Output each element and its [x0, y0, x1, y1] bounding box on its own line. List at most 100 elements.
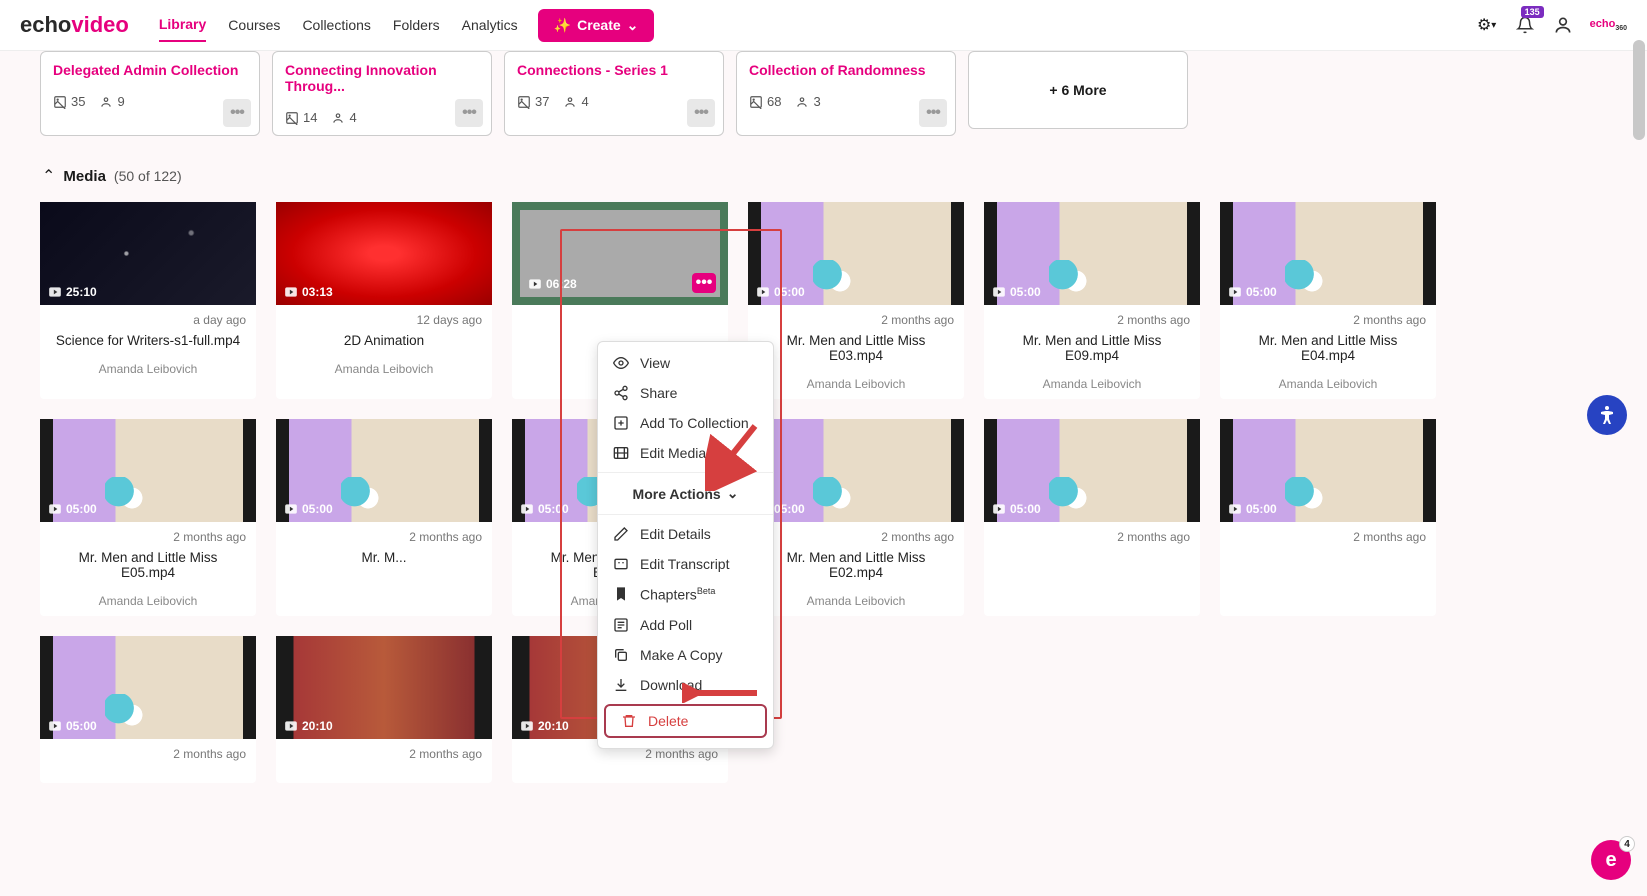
nav-folders[interactable]: Folders	[393, 9, 440, 41]
play-icon	[1228, 285, 1242, 299]
card-body: a day ago Science for Writers-s1-full.mp…	[40, 305, 256, 384]
media-duration: 05:00	[48, 719, 97, 733]
create-button[interactable]: ✨ Create ⌄	[538, 9, 655, 42]
media-thumbnail[interactable]: 05:00	[276, 419, 492, 522]
card-title: Mr. Men and Little Miss E05.mp4	[50, 550, 246, 580]
media-thumbnail[interactable]: 03:13	[276, 202, 492, 305]
bell-icon[interactable]: 135	[1514, 14, 1536, 36]
media-card[interactable]: 05:00 2 months ago Mr. Men and Little Mi…	[40, 419, 256, 616]
media-thumbnail[interactable]: 05:00	[1220, 419, 1436, 522]
media-thumbnail[interactable]: 05:00	[748, 202, 964, 305]
card-date: 2 months ago	[286, 747, 482, 761]
media-thumbnail[interactable]: 05:00	[40, 636, 256, 739]
media-thumbnail[interactable]: 05:00	[40, 419, 256, 522]
collection-card[interactable]: Connections - Series 1 37 4 •••	[504, 51, 724, 136]
collection-more-icon[interactable]: •••	[455, 99, 483, 127]
collection-card[interactable]: Delegated Admin Collection 35 9 •••	[40, 51, 260, 136]
collection-card[interactable]: Connecting Innovation Throug... 14 4 •••	[272, 51, 492, 136]
menu-edit-transcript[interactable]: Edit Transcript	[598, 549, 773, 579]
scrollbar[interactable]	[1633, 40, 1645, 140]
media-thumbnail[interactable]: 25:10	[40, 202, 256, 305]
card-date: 2 months ago	[286, 530, 482, 544]
card-date: 2 months ago	[994, 313, 1190, 327]
menu-delete[interactable]: Delete	[604, 704, 767, 738]
media-card[interactable]: 03:13 12 days ago 2D Animation Amanda Le…	[276, 202, 492, 399]
media-card[interactable]: 05:00 2 months ago	[984, 419, 1200, 616]
section-title: Media	[63, 168, 106, 185]
card-body: 2 months ago	[40, 739, 256, 783]
media-card[interactable]: 05:00 2 months ago Mr. M...	[276, 419, 492, 616]
help-button[interactable]: e 4	[1591, 840, 1631, 880]
eye-icon	[612, 355, 630, 371]
annotation-arrow	[682, 683, 762, 703]
card-author: Amanda Leibovich	[286, 362, 482, 376]
collection-card[interactable]: Collection of Randomness 68 3 •••	[736, 51, 956, 136]
logo-part1: echo	[20, 12, 71, 37]
media-card[interactable]: 05:00 2 months ago Mr. Men and Little Mi…	[1220, 202, 1436, 399]
card-date: 2 months ago	[50, 747, 246, 761]
menu-view[interactable]: View	[598, 348, 773, 378]
logo[interactable]: echovideo	[20, 12, 129, 38]
collection-stats: 68 3	[749, 94, 943, 109]
card-body: 2 months ago	[276, 739, 492, 783]
media-card[interactable]: 25:10 a day ago Science for Writers-s1-f…	[40, 202, 256, 399]
more-collections-button[interactable]: + 6 More	[968, 51, 1188, 129]
collection-stats: 14 4	[285, 110, 479, 125]
nav-courses[interactable]: Courses	[228, 9, 280, 41]
collection-more-icon[interactable]: •••	[223, 99, 251, 127]
card-date: 2 months ago	[1230, 530, 1426, 544]
nav-collections[interactable]: Collections	[302, 9, 370, 41]
menu-share[interactable]: Share	[598, 378, 773, 408]
collection-more-icon[interactable]: •••	[919, 99, 947, 127]
menu-edit-details[interactable]: Edit Details	[598, 519, 773, 549]
media-card[interactable]: 20:10 2 months ago	[276, 636, 492, 783]
media-duration: 05:00	[992, 285, 1041, 299]
play-icon	[48, 502, 62, 516]
media-thumbnail[interactable]: 20:10	[276, 636, 492, 739]
card-title: Mr. Men and Little Miss E04.mp4	[1230, 333, 1426, 363]
menu-label: Add Poll	[640, 617, 692, 633]
user-icon[interactable]	[1552, 14, 1574, 36]
play-icon	[284, 285, 298, 299]
media-card[interactable]: 05:00 2 months ago	[40, 636, 256, 783]
card-date: 2 months ago	[758, 530, 954, 544]
nav-analytics[interactable]: Analytics	[462, 9, 518, 41]
accessibility-button[interactable]	[1587, 395, 1627, 435]
card-date: 2 months ago	[522, 747, 718, 761]
menu-chapters[interactable]: ChaptersBeta	[598, 579, 773, 610]
menu-make-copy[interactable]: Make A Copy	[598, 640, 773, 670]
media-thumbnail[interactable]: 06:28 •••	[512, 202, 728, 305]
media-card[interactable]: 05:00 2 months ago Mr. Men and Little Mi…	[748, 202, 964, 399]
card-date: 2 months ago	[1230, 313, 1426, 327]
card-menu-icon[interactable]: •••	[692, 273, 716, 293]
help-badge: 4	[1619, 836, 1635, 852]
copy-icon	[612, 647, 630, 663]
media-card[interactable]: 05:00 2 months ago	[1220, 419, 1436, 616]
film-icon	[612, 445, 630, 461]
settings-icon[interactable]: ⚙▾	[1476, 14, 1498, 36]
collection-stats: 35 9	[53, 94, 247, 109]
echo-360[interactable]: echo360	[1590, 18, 1627, 32]
menu-add-poll[interactable]: Add Poll	[598, 610, 773, 640]
card-date: 12 days ago	[286, 313, 482, 327]
download-icon	[612, 677, 630, 693]
media-duration: 05:00	[1228, 502, 1277, 516]
menu-label: Edit Transcript	[640, 556, 729, 572]
menu-label: Make A Copy	[640, 647, 723, 663]
nav-library[interactable]: Library	[159, 8, 206, 42]
media-thumbnail[interactable]: 05:00	[984, 202, 1200, 305]
media-thumbnail[interactable]: 05:00	[984, 419, 1200, 522]
media-section-header[interactable]: ⌃ Media (50 of 122)	[40, 166, 1607, 186]
section-count: (50 of 122)	[114, 168, 182, 184]
media-duration: 05:00	[992, 502, 1041, 516]
menu-label: ChaptersBeta	[640, 586, 715, 603]
card-date: 2 months ago	[994, 530, 1190, 544]
media-thumbnail[interactable]: 05:00	[1220, 202, 1436, 305]
menu-label: Delete	[648, 713, 688, 729]
share-icon	[612, 385, 630, 401]
media-card[interactable]: 05:00 2 months ago Mr. Men and Little Mi…	[984, 202, 1200, 399]
media-thumbnail[interactable]: 05:00	[748, 419, 964, 522]
media-card[interactable]: 05:00 2 months ago Mr. Men and Little Mi…	[748, 419, 964, 616]
media-duration: 05:00	[48, 502, 97, 516]
collection-more-icon[interactable]: •••	[687, 99, 715, 127]
